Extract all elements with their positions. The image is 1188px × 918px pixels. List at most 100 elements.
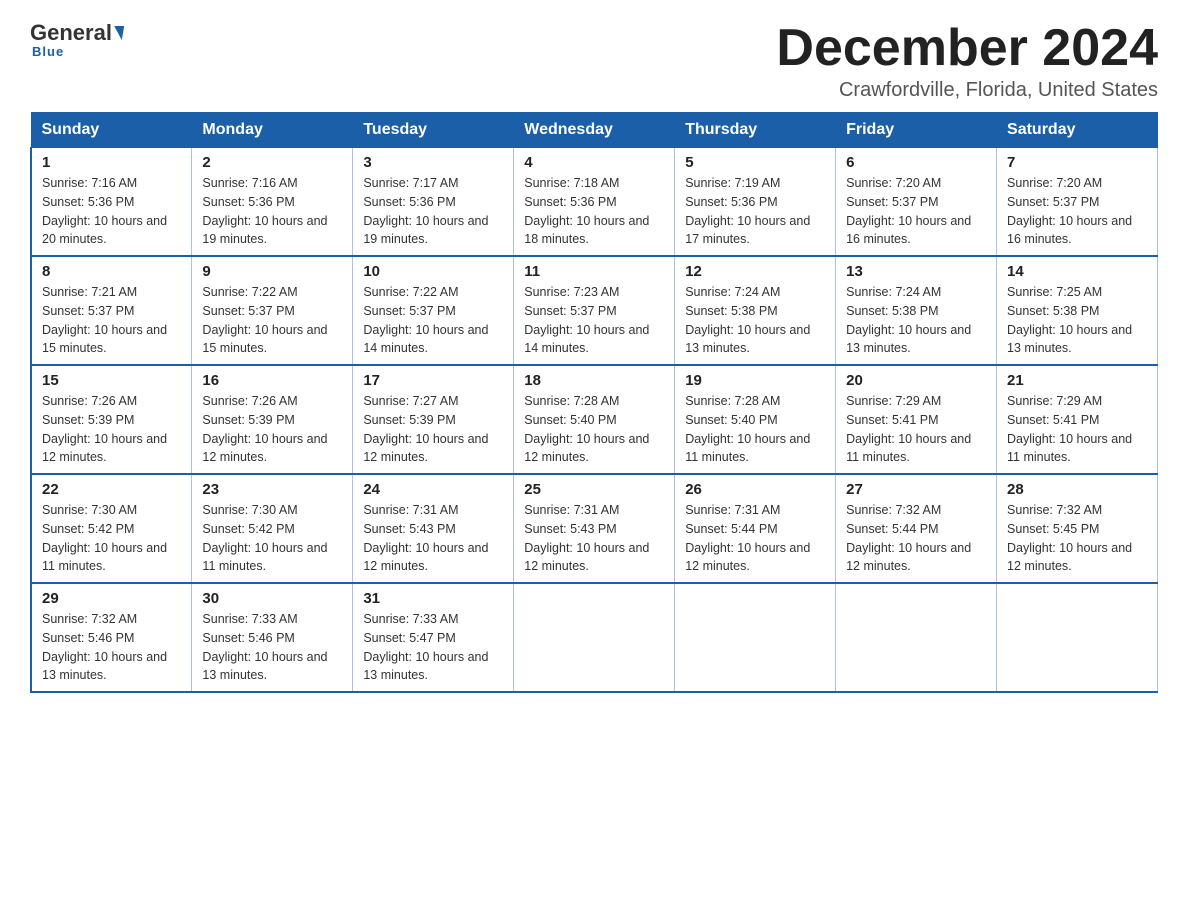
calendar-cell: 26Sunrise: 7:31 AMSunset: 5:44 PMDayligh…: [675, 474, 836, 583]
day-info: Sunrise: 7:30 AMSunset: 5:42 PMDaylight:…: [42, 501, 181, 576]
day-info: Sunrise: 7:21 AMSunset: 5:37 PMDaylight:…: [42, 283, 181, 358]
calendar-cell: 9Sunrise: 7:22 AMSunset: 5:37 PMDaylight…: [192, 256, 353, 365]
day-number: 26: [685, 481, 825, 498]
day-info: Sunrise: 7:33 AMSunset: 5:47 PMDaylight:…: [363, 610, 503, 685]
calendar-cell: 3 Sunrise: 7:17 AMSunset: 5:36 PMDaylight…: [353, 148, 514, 257]
calendar-cell: 27 Sunrise: 7:32 AMSunset: 5:44 PMDayligh…: [836, 474, 997, 583]
day-number: 5: [685, 154, 825, 171]
day-number: 1: [42, 154, 181, 171]
logo-arrow-icon: [112, 26, 124, 40]
day-info: Sunrise: 7:30 AMSunset: 5:42 PMDaylight:…: [202, 501, 342, 576]
calendar-cell: 16 Sunrise: 7:26 AMSunset: 5:39 PMDayligh…: [192, 365, 353, 474]
day-info: Sunrise: 7:22 AMSunset: 5:37 PMDaylight:…: [363, 283, 503, 358]
day-info: Sunrise: 7:19 AMSunset: 5:36 PMDaylight:…: [685, 174, 825, 249]
day-number: 14: [1007, 263, 1147, 280]
day-number: 19: [685, 372, 825, 389]
calendar-cell: 8 Sunrise: 7:21 AMSunset: 5:37 PMDaylight…: [31, 256, 192, 365]
day-number: 24: [363, 481, 503, 498]
day-info: Sunrise: 7:23 AMSunset: 5:37 PMDaylight:…: [524, 283, 664, 358]
day-info: Sunrise: 7:26 AMSunset: 5:39 PMDaylight:…: [202, 392, 342, 467]
calendar-cell: 4 Sunrise: 7:18 AMSunset: 5:36 PMDaylight…: [514, 148, 675, 257]
calendar-week-row: 1 Sunrise: 7:16 AMSunset: 5:36 PMDaylight…: [31, 148, 1158, 257]
calendar-cell: [514, 583, 675, 692]
day-number: 15: [42, 372, 181, 389]
day-number: 29: [42, 590, 181, 607]
calendar-cell: 13 Sunrise: 7:24 AMSunset: 5:38 PMDayligh…: [836, 256, 997, 365]
calendar-cell: [997, 583, 1158, 692]
calendar-cell: 29 Sunrise: 7:32 AMSunset: 5:46 PMDayligh…: [31, 583, 192, 692]
day-number: 22: [42, 481, 181, 498]
day-info: Sunrise: 7:31 AMSunset: 5:43 PMDaylight:…: [524, 501, 664, 576]
day-number: 12: [685, 263, 825, 280]
weekday-header-thursday: Thursday: [675, 113, 836, 148]
day-info: Sunrise: 7:20 AMSunset: 5:37 PMDaylight:…: [1007, 174, 1147, 249]
day-info: Sunrise: 7:18 AMSunset: 5:36 PMDaylight:…: [524, 174, 664, 249]
calendar-cell: 17Sunrise: 7:27 AMSunset: 5:39 PMDayligh…: [353, 365, 514, 474]
day-info: Sunrise: 7:29 AMSunset: 5:41 PMDaylight:…: [1007, 392, 1147, 467]
day-number: 20: [846, 372, 986, 389]
day-number: 3: [363, 154, 503, 171]
day-info: Sunrise: 7:32 AMSunset: 5:45 PMDaylight:…: [1007, 501, 1147, 576]
day-info: Sunrise: 7:24 AMSunset: 5:38 PMDaylight:…: [846, 283, 986, 358]
day-number: 13: [846, 263, 986, 280]
day-number: 18: [524, 372, 664, 389]
day-number: 9: [202, 263, 342, 280]
logo-general-text: General: [30, 20, 112, 46]
calendar-cell: 28 Sunrise: 7:32 AMSunset: 5:45 PMDayligh…: [997, 474, 1158, 583]
calendar-week-row: 22 Sunrise: 7:30 AMSunset: 5:42 PMDayligh…: [31, 474, 1158, 583]
calendar-cell: 21 Sunrise: 7:29 AMSunset: 5:41 PMDayligh…: [997, 365, 1158, 474]
calendar-cell: [836, 583, 997, 692]
day-number: 30: [202, 590, 342, 607]
calendar-week-row: 8 Sunrise: 7:21 AMSunset: 5:37 PMDaylight…: [31, 256, 1158, 365]
calendar-cell: 15 Sunrise: 7:26 AMSunset: 5:39 PMDayligh…: [31, 365, 192, 474]
day-number: 16: [202, 372, 342, 389]
day-info: Sunrise: 7:26 AMSunset: 5:39 PMDaylight:…: [42, 392, 181, 467]
day-info: Sunrise: 7:32 AMSunset: 5:44 PMDaylight:…: [846, 501, 986, 576]
weekday-header-friday: Friday: [836, 113, 997, 148]
calendar-cell: 14Sunrise: 7:25 AMSunset: 5:38 PMDayligh…: [997, 256, 1158, 365]
weekday-header-row: SundayMondayTuesdayWednesdayThursdayFrid…: [31, 113, 1158, 148]
calendar-cell: [675, 583, 836, 692]
logo-blue-text: Blue: [32, 44, 64, 59]
day-info: Sunrise: 7:28 AMSunset: 5:40 PMDaylight:…: [685, 392, 825, 467]
calendar-cell: 5 Sunrise: 7:19 AMSunset: 5:36 PMDaylight…: [675, 148, 836, 257]
logo: General Blue: [30, 20, 124, 59]
day-info: Sunrise: 7:28 AMSunset: 5:40 PMDaylight:…: [524, 392, 664, 467]
location-text: Crawfordville, Florida, United States: [776, 79, 1158, 102]
calendar-cell: 1 Sunrise: 7:16 AMSunset: 5:36 PMDaylight…: [31, 148, 192, 257]
calendar-cell: 2Sunrise: 7:16 AMSunset: 5:36 PMDaylight…: [192, 148, 353, 257]
weekday-header-wednesday: Wednesday: [514, 113, 675, 148]
day-number: 31: [363, 590, 503, 607]
day-number: 6: [846, 154, 986, 171]
day-number: 10: [363, 263, 503, 280]
day-info: Sunrise: 7:27 AMSunset: 5:39 PMDaylight:…: [363, 392, 503, 467]
day-info: Sunrise: 7:20 AMSunset: 5:37 PMDaylight:…: [846, 174, 986, 249]
day-info: Sunrise: 7:33 AMSunset: 5:46 PMDaylight:…: [202, 610, 342, 685]
day-number: 28: [1007, 481, 1147, 498]
day-info: Sunrise: 7:32 AMSunset: 5:46 PMDaylight:…: [42, 610, 181, 685]
day-number: 4: [524, 154, 664, 171]
weekday-header-saturday: Saturday: [997, 113, 1158, 148]
calendar-week-row: 15 Sunrise: 7:26 AMSunset: 5:39 PMDayligh…: [31, 365, 1158, 474]
day-number: 8: [42, 263, 181, 280]
calendar-cell: 19 Sunrise: 7:28 AMSunset: 5:40 PMDayligh…: [675, 365, 836, 474]
calendar-cell: 11Sunrise: 7:23 AMSunset: 5:37 PMDayligh…: [514, 256, 675, 365]
calendar-cell: 12 Sunrise: 7:24 AMSunset: 5:38 PMDayligh…: [675, 256, 836, 365]
title-block: December 2024 Crawfordville, Florida, Un…: [776, 20, 1158, 102]
calendar-cell: 7 Sunrise: 7:20 AMSunset: 5:37 PMDaylight…: [997, 148, 1158, 257]
day-info: Sunrise: 7:24 AMSunset: 5:38 PMDaylight:…: [685, 283, 825, 358]
day-number: 27: [846, 481, 986, 498]
calendar-cell: 18 Sunrise: 7:28 AMSunset: 5:40 PMDayligh…: [514, 365, 675, 474]
calendar-cell: 24Sunrise: 7:31 AMSunset: 5:43 PMDayligh…: [353, 474, 514, 583]
calendar-week-row: 29 Sunrise: 7:32 AMSunset: 5:46 PMDayligh…: [31, 583, 1158, 692]
weekday-header-monday: Monday: [192, 113, 353, 148]
day-number: 7: [1007, 154, 1147, 171]
calendar-table: SundayMondayTuesdayWednesdayThursdayFrid…: [30, 112, 1158, 693]
day-number: 25: [524, 481, 664, 498]
day-number: 21: [1007, 372, 1147, 389]
day-info: Sunrise: 7:16 AMSunset: 5:36 PMDaylight:…: [42, 174, 181, 249]
day-info: Sunrise: 7:17 AMSunset: 5:36 PMDaylight:…: [363, 174, 503, 249]
calendar-cell: 30 Sunrise: 7:33 AMSunset: 5:46 PMDayligh…: [192, 583, 353, 692]
day-number: 23: [202, 481, 342, 498]
calendar-cell: 6 Sunrise: 7:20 AMSunset: 5:37 PMDaylight…: [836, 148, 997, 257]
